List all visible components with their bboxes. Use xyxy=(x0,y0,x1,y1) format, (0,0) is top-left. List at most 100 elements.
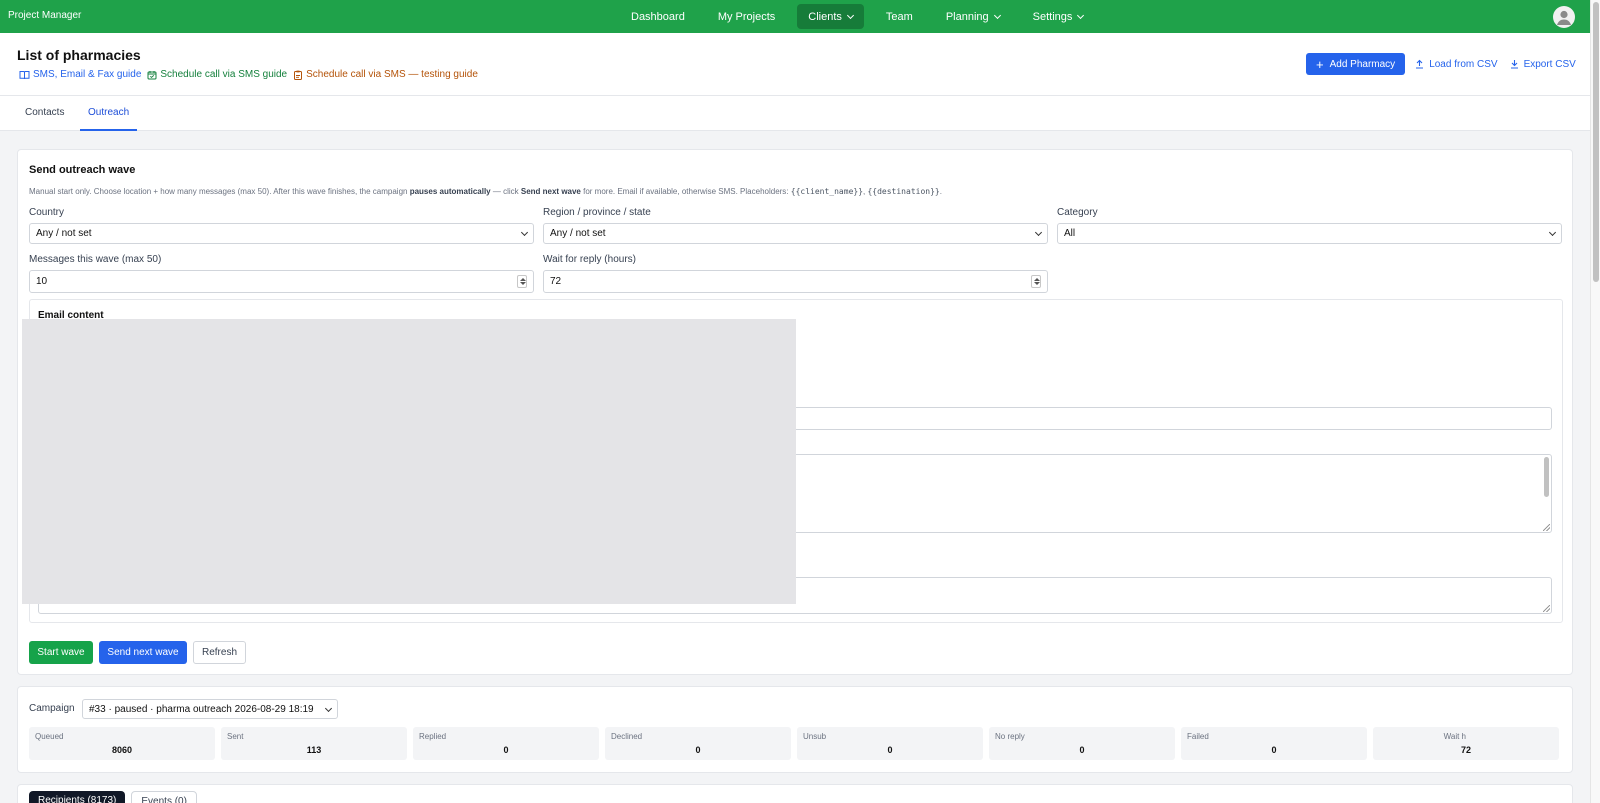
upload-icon xyxy=(1416,59,1424,69)
schedule-call-testing-guide-label: Schedule call via SMS — testing guide xyxy=(306,69,478,80)
header-actions: + Add Pharmacy Load from CSV Export CSV xyxy=(1306,53,1588,75)
plus-icon: + xyxy=(1316,56,1324,72)
nav-dashboard-label: Dashboard xyxy=(631,10,685,23)
nav-settings-label: Settings xyxy=(1032,10,1073,23)
wait-input[interactable]: 72 xyxy=(543,270,1048,293)
campaign-select[interactable]: #33 · paused · pharma outreach 2026-08-2… xyxy=(82,699,338,719)
user-avatar-icon[interactable] xyxy=(1553,6,1575,28)
number-spinner-icon[interactable] xyxy=(517,275,527,288)
stat-queued: Queued 8060 xyxy=(29,727,215,760)
chevron-down-icon xyxy=(1034,228,1043,237)
stat-label: Unsub xyxy=(803,732,827,741)
stat-no-reply: No reply 0 xyxy=(989,727,1175,760)
stat-sent: Sent 113 xyxy=(221,727,407,760)
stat-label: Replied xyxy=(419,732,447,741)
tab-recipients[interactable]: Recipients (8173) xyxy=(29,791,126,803)
help-bold-pauses: pauses automatically xyxy=(409,187,491,196)
stat-label: Wait h xyxy=(1443,732,1466,741)
stat-value: 113 xyxy=(306,745,322,755)
category-select-value: All xyxy=(1064,228,1076,239)
nav-planning[interactable]: Planning xyxy=(935,4,1011,29)
chevron-down-icon xyxy=(324,704,333,713)
calendar-icon xyxy=(147,70,157,79)
tabs-bar: Contacts Outreach xyxy=(0,96,1590,131)
nav-clients-label: Clients xyxy=(808,10,842,23)
tab-outreach[interactable]: Outreach xyxy=(80,107,138,131)
sms-email-fax-guide-link[interactable]: SMS, Email & Fax guide xyxy=(19,69,141,80)
messages-input[interactable]: 10 xyxy=(29,270,534,293)
nav-my-projects[interactable]: My Projects xyxy=(707,4,786,29)
nav-settings[interactable]: Settings xyxy=(1022,4,1095,29)
download-icon xyxy=(1510,60,1518,69)
scrollbar-thumb[interactable] xyxy=(1593,2,1599,282)
stat-label: Queued xyxy=(35,732,64,741)
start-wave-button[interactable]: Start wave xyxy=(29,641,93,664)
help-text-part: for more. Email if available, otherwise … xyxy=(580,187,791,196)
export-csv-link[interactable]: Export CSV xyxy=(1510,59,1576,70)
campaign-select-value: #33 · paused · pharma outreach 2026-08-2… xyxy=(89,703,314,715)
help-bold-send-next: Send next wave xyxy=(520,187,581,196)
number-spinner-icon[interactable] xyxy=(1031,275,1041,288)
add-pharmacy-button[interactable]: + Add Pharmacy xyxy=(1306,53,1406,75)
chevron-down-icon xyxy=(1548,228,1557,237)
category-select[interactable]: All xyxy=(1057,223,1562,244)
campaign-stats: Queued 8060 Sent 113 Replied 0 Declined 0 Un… xyxy=(29,727,1559,760)
sms-email-fax-guide-label: SMS, Email & Fax guide xyxy=(33,69,142,80)
stat-value: 0 xyxy=(1079,745,1085,755)
send-wave-title: Send outreach wave xyxy=(29,164,136,176)
placeholder-destination: {{destination}} xyxy=(867,187,940,196)
stat-value: 0 xyxy=(503,745,509,755)
nav-clients[interactable]: Clients xyxy=(797,4,864,29)
stat-wait-hours: Wait h 72 xyxy=(1373,727,1559,760)
tab-events[interactable]: Events (0) xyxy=(131,791,197,803)
export-csv-label: Export CSV xyxy=(1523,58,1576,70)
page-title: List of pharmacies xyxy=(17,47,141,63)
page-header: List of pharmacies SMS, Email & Fax guid… xyxy=(0,33,1590,96)
nav-my-projects-label: My Projects xyxy=(717,10,776,23)
brand-name[interactable]: Project Manager xyxy=(8,10,81,21)
wait-label: Wait for reply (hours) xyxy=(543,254,636,265)
help-text-part: — click xyxy=(490,187,521,196)
clipboard-icon xyxy=(294,70,303,80)
country-select[interactable]: Any / not set xyxy=(29,223,534,244)
stat-value: 72 xyxy=(1460,745,1471,755)
schedule-call-testing-guide-link[interactable]: Schedule call via SMS — testing guide xyxy=(293,69,478,80)
resize-handle-icon[interactable] xyxy=(1543,524,1550,531)
textarea-scrollbar[interactable] xyxy=(1544,457,1549,497)
placeholder-client-name: {{client_name}} xyxy=(790,187,864,196)
stat-failed: Failed 0 xyxy=(1181,727,1367,760)
region-select[interactable]: Any / not set xyxy=(543,223,1048,244)
refresh-button[interactable]: Refresh xyxy=(193,641,246,664)
category-label: Category xyxy=(1057,207,1098,218)
country-select-value: Any / not set xyxy=(36,228,92,239)
redacted-region xyxy=(22,319,796,604)
help-text-part: Manual start only. Choose location + how… xyxy=(29,187,410,196)
recipients-card: Recipients (8173) Events (0) xyxy=(17,784,1573,803)
stat-unsub: Unsub 0 xyxy=(797,727,983,760)
resize-handle-icon[interactable] xyxy=(1543,605,1550,612)
stat-label: Sent xyxy=(227,732,244,741)
send-next-wave-button[interactable]: Send next wave xyxy=(99,641,187,664)
nav-dashboard[interactable]: Dashboard xyxy=(620,4,696,29)
page-scrollbar[interactable] xyxy=(1590,0,1600,803)
guide-links: SMS, Email & Fax guide Schedule call via… xyxy=(19,69,484,80)
send-wave-help: Manual start only. Choose location + how… xyxy=(29,187,942,196)
campaign-label: Campaign xyxy=(29,703,75,714)
load-from-csv-label: Load from CSV xyxy=(1429,58,1498,70)
chevron-down-icon xyxy=(846,11,854,19)
stat-label: Failed xyxy=(1187,732,1209,741)
help-text-part: . xyxy=(939,187,942,196)
stat-label: Declined xyxy=(611,732,643,741)
top-navbar: Project Manager Dashboard My Projects Cl… xyxy=(0,0,1590,33)
tab-contacts[interactable]: Contacts xyxy=(25,107,64,131)
stat-value: 8060 xyxy=(111,745,133,755)
load-from-csv-link[interactable]: Load from CSV xyxy=(1415,58,1498,70)
schedule-call-guide-label: Schedule call via SMS guide xyxy=(160,69,288,80)
region-label: Region / province / state xyxy=(543,207,651,218)
region-select-value: Any / not set xyxy=(550,228,606,239)
schedule-call-guide-link[interactable]: Schedule call via SMS guide xyxy=(147,69,287,80)
campaign-card: Campaign #33 · paused · pharma outreach … xyxy=(17,686,1573,773)
stat-value: 0 xyxy=(887,745,893,755)
chevron-down-icon xyxy=(993,11,1001,19)
nav-team[interactable]: Team xyxy=(875,4,924,29)
